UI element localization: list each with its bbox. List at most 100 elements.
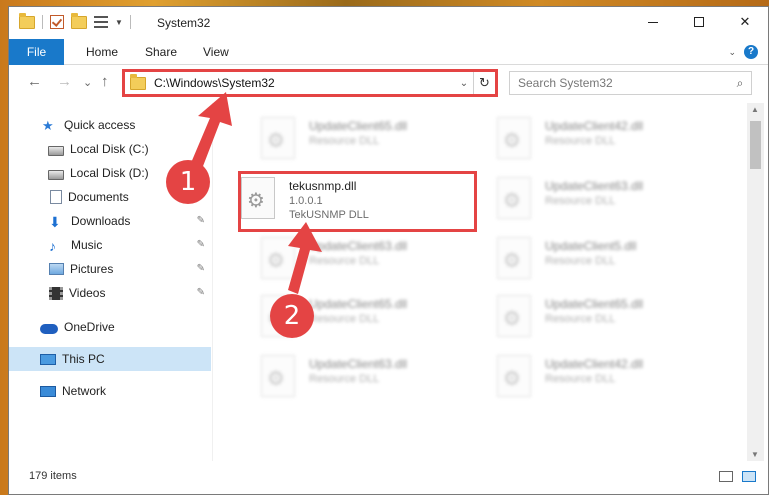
sidebar-item-onedrive[interactable]: OneDrive <box>9 315 211 339</box>
dll-file-icon <box>497 117 531 159</box>
up-arrow-icon[interactable]: ↑ <box>101 73 109 90</box>
tab-home[interactable]: Home <box>86 39 118 65</box>
file-type: Resource DLL <box>309 255 380 267</box>
list-item[interactable]: UpdateClient63.dll Resource DLL <box>233 351 473 407</box>
toolbar-separator <box>42 15 43 29</box>
list-item[interactable]: UpdateClient63.dll Resource DLL <box>469 173 709 229</box>
sidebar-item-label: Local Disk (D:) <box>70 166 149 180</box>
local-disk-icon <box>48 169 64 180</box>
list-item[interactable]: UpdateClient42.dll Resource DLL <box>469 113 709 169</box>
dll-file-icon <box>497 295 531 337</box>
onedrive-icon <box>40 323 58 334</box>
maximize-button[interactable] <box>676 7 722 37</box>
file-list: UpdateClient65.dll Resource DLL tekusnmp… <box>213 103 748 461</box>
file-type: Resource DLL <box>545 195 616 207</box>
file-type: Resource DLL <box>545 135 616 147</box>
list-item[interactable]: UpdateClient65.dll Resource DLL <box>469 291 709 347</box>
sidebar-item-label: OneDrive <box>64 320 115 334</box>
music-icon: ♪ <box>49 238 56 254</box>
search-icon[interactable]: ⌕ <box>729 76 751 91</box>
minimize-icon <box>648 21 658 23</box>
tab-view[interactable]: View <box>203 39 229 65</box>
window-title: System32 <box>157 16 211 30</box>
pin-icon[interactable]: ✎ <box>197 263 205 274</box>
file-name: UpdateClient63.dll <box>309 239 408 253</box>
step-1-badge: 1 <box>166 160 210 204</box>
properties-icon[interactable] <box>94 16 108 28</box>
dll-file-icon <box>261 117 295 159</box>
search-box[interactable]: Search System32 ⌕ <box>509 71 752 95</box>
pin-icon[interactable]: ✎ <box>197 239 205 250</box>
close-button[interactable]: ✕ <box>722 7 768 37</box>
vertical-scrollbar[interactable]: ▲ ▼ <box>747 103 764 461</box>
list-item[interactable]: UpdateClient65.dll Resource DLL <box>233 291 473 347</box>
network-icon <box>40 385 56 397</box>
title-bar: ▼ System32 ✕ <box>9 7 768 39</box>
sidebar-item-pictures[interactable]: Pictures ✎ <box>9 257 211 281</box>
maximize-icon <box>694 17 704 27</box>
help-icon[interactable]: ? <box>744 45 758 59</box>
pin-icon[interactable]: ✎ <box>197 287 205 298</box>
file-type: Resource DLL <box>309 373 380 385</box>
file-highlight-box <box>238 171 477 232</box>
recent-locations-icon[interactable]: ⌄ <box>83 76 92 89</box>
file-name: UpdateClient63.dll <box>545 179 644 193</box>
file-name: UpdateClient65.dll <box>309 119 408 133</box>
videos-icon <box>49 286 63 300</box>
list-item[interactable]: UpdateClient63.dll Resource DLL <box>233 233 473 289</box>
file-type: Resource DLL <box>545 313 616 325</box>
sidebar-item-label: This PC <box>62 352 105 366</box>
file-type: Resource DLL <box>309 135 380 147</box>
list-item[interactable]: UpdateClient42.dll Resource DLL <box>469 351 709 407</box>
scroll-up-icon[interactable]: ▲ <box>751 105 759 114</box>
sidebar-item-label: Videos <box>69 286 106 300</box>
scroll-thumb[interactable] <box>750 121 761 169</box>
tab-share[interactable]: Share <box>145 39 177 65</box>
sidebar-item-videos[interactable]: Videos ✎ <box>9 281 211 305</box>
downloads-icon: ⬇ <box>49 214 61 230</box>
sidebar-item-label: Music <box>71 238 103 252</box>
navigation-bar: ← → ⌄ ↑ C:\Windows\System32 ⌄ ↻ Search S… <box>9 67 768 99</box>
sidebar-item-local-disk-c[interactable]: Local Disk (C:) <box>9 137 211 161</box>
forward-arrow-icon[interactable]: → <box>57 73 72 90</box>
tab-file[interactable]: File <box>9 39 64 65</box>
documents-icon <box>50 190 62 204</box>
minimize-button[interactable] <box>630 7 676 37</box>
properties-check-icon[interactable] <box>50 15 64 29</box>
dll-file-icon <box>261 237 295 279</box>
scroll-down-icon[interactable]: ▼ <box>751 450 759 459</box>
sidebar-item-label: Pictures <box>70 262 114 276</box>
sidebar-item-quick-access[interactable]: ★ Quick access <box>9 113 211 137</box>
search-placeholder[interactable]: Search System32 <box>518 76 729 90</box>
ribbon-tabs: File Home Share View ⌄ ? <box>9 39 768 65</box>
item-count: 179 items <box>29 470 77 482</box>
sidebar-item-music[interactable]: ♪ Music ✎ <box>9 233 211 257</box>
file-explorer-window: ▼ System32 ✕ File Home Share View ⌄ ? ← … <box>8 6 769 495</box>
navigation-pane: ★ Quick access Local Disk (C:) Local Dis… <box>9 103 211 461</box>
sidebar-item-label: Quick access <box>64 118 136 132</box>
quick-access-toolbar: ▼ <box>19 12 131 29</box>
details-view-icon[interactable] <box>719 471 733 482</box>
folder-icon <box>19 12 35 29</box>
pin-icon[interactable]: ✎ <box>197 215 205 226</box>
toolbar-separator <box>129 15 131 29</box>
sidebar-item-this-pc[interactable]: This PC <box>9 347 211 371</box>
back-arrow-icon[interactable]: ← <box>27 73 42 90</box>
sidebar-item-label: Downloads <box>71 214 131 228</box>
tiles-view-icon[interactable] <box>742 471 756 482</box>
sidebar-item-downloads[interactable]: ⬇ Downloads ✎ <box>9 209 211 233</box>
sidebar-item-label: Local Disk (C:) <box>70 142 149 156</box>
star-icon: ★ <box>42 118 54 133</box>
sidebar-item-network[interactable]: Network <box>9 379 211 403</box>
expand-ribbon-icon[interactable]: ⌄ <box>728 47 736 58</box>
dll-file-icon <box>497 355 531 397</box>
customize-toolbar-icon[interactable]: ▼ <box>115 18 123 27</box>
dll-file-icon <box>497 177 531 219</box>
pictures-icon <box>49 263 64 275</box>
list-item[interactable]: UpdateClient5.dll Resource DLL <box>469 233 709 289</box>
new-folder-icon[interactable] <box>71 12 87 29</box>
list-item[interactable]: UpdateClient65.dll Resource DLL <box>233 113 473 169</box>
file-name: UpdateClient65.dll <box>309 297 408 311</box>
file-name: UpdateClient65.dll <box>545 297 644 311</box>
step-2-badge: 2 <box>270 294 314 338</box>
